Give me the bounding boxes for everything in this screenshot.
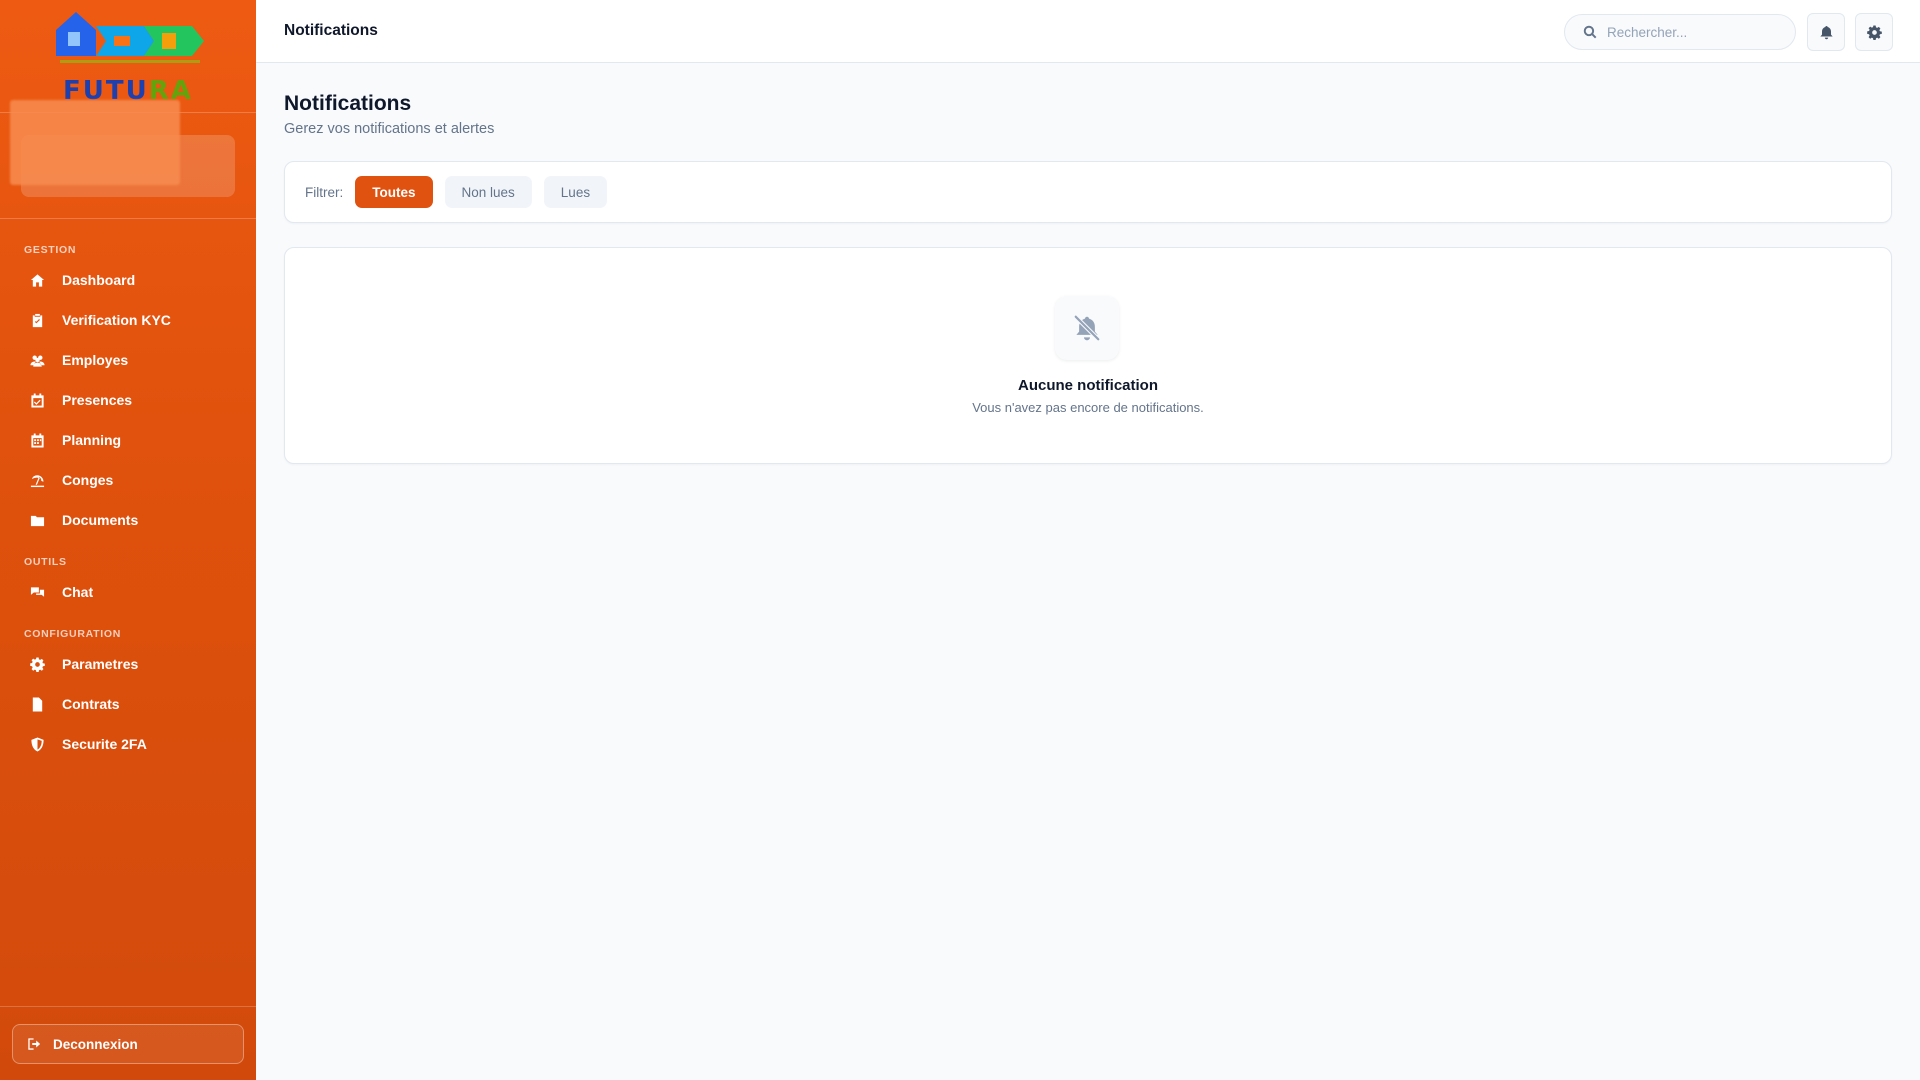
- gear-icon: [28, 655, 46, 673]
- filter-read-button[interactable]: Lues: [543, 176, 608, 208]
- page-title: Notifications: [284, 92, 412, 115]
- empty-icon-box: [1055, 296, 1119, 360]
- logout-button[interactable]: Deconnexion: [12, 1024, 244, 1064]
- gear-icon: [1866, 24, 1882, 40]
- sidebar-item-conges[interactable]: Conges: [0, 460, 256, 500]
- search-input[interactable]: [1607, 24, 1787, 40]
- calendar-check-icon: [28, 391, 46, 409]
- clipboard-check-icon: [28, 311, 46, 329]
- sidebar-item-label: Chat: [62, 584, 94, 600]
- brand: FUTURA: [0, 0, 256, 113]
- sidebar-item-verification-kyc[interactable]: Verification KYC: [0, 300, 256, 340]
- sidebar-item-employes[interactable]: Employes: [0, 340, 256, 380]
- header-title: Notifications: [284, 22, 378, 39]
- logout-label: Deconnexion: [53, 1036, 138, 1052]
- section-label-configuration: CONFIGURATION: [24, 628, 121, 640]
- filter-all-button[interactable]: Toutes: [355, 176, 433, 208]
- sidebar-item-label: Employes: [62, 352, 129, 368]
- file-contract-icon: [28, 695, 46, 713]
- sidebar-item-parametres[interactable]: Parametres: [0, 644, 256, 684]
- sidebar-item-label: Verification KYC: [62, 312, 171, 328]
- calendar-icon: [28, 431, 46, 449]
- notifications-button[interactable]: [1807, 13, 1845, 51]
- sidebar-item-label: Presences: [62, 392, 133, 408]
- filter-unread-button[interactable]: Non lues: [444, 176, 532, 208]
- filter-bar: Filtrer: Toutes Non lues Lues: [284, 161, 1892, 223]
- chat-icon: [28, 583, 46, 601]
- sidebar-item-label: Contrats: [62, 696, 120, 712]
- shield-icon: [28, 735, 46, 753]
- folder-icon: [28, 511, 46, 529]
- sidebar-item-chat[interactable]: Chat: [0, 572, 256, 612]
- empty-state-text: Vous n'avez pas encore de notifications.: [972, 400, 1204, 415]
- sidebar-item-presences[interactable]: Presences: [0, 380, 256, 420]
- divider: [0, 218, 256, 219]
- sidebar-item-planning[interactable]: Planning: [0, 420, 256, 460]
- filter-label: Filtrer:: [305, 184, 344, 200]
- notifications-empty-state: Aucune notification Vous n'avez pas enco…: [284, 247, 1892, 464]
- logout-icon: [28, 1038, 41, 1050]
- sidebar-item-label: Conges: [62, 472, 114, 488]
- section-label-gestion: GESTION: [24, 244, 77, 256]
- section-label-outils: OUTILS: [24, 556, 67, 568]
- sidebar-nav: GESTION Dashboard Verification KYC Emplo…: [0, 240, 256, 764]
- home-icon: [28, 271, 46, 289]
- bell-slash-icon: [1073, 314, 1101, 342]
- umbrella-beach-icon: [28, 471, 46, 489]
- bell-icon: [1819, 25, 1833, 39]
- sidebar: FUTURA GESTION Dashboard Verification KY…: [0, 0, 256, 1080]
- empty-state-title: Aucune notification: [1018, 377, 1158, 394]
- search-icon: [1583, 25, 1597, 39]
- users-icon: [28, 351, 46, 369]
- search-box[interactable]: [1564, 14, 1796, 50]
- page-subtitle: Gerez vos notifications et alertes: [284, 121, 495, 137]
- sidebar-item-label: Parametres: [62, 656, 139, 672]
- sidebar-item-documents[interactable]: Documents: [0, 500, 256, 540]
- sidebar-item-contrats[interactable]: Contrats: [0, 684, 256, 724]
- top-header: Notifications: [256, 0, 1920, 63]
- divider: [0, 1006, 256, 1007]
- settings-button[interactable]: [1855, 13, 1893, 51]
- sidebar-item-securite-2fa[interactable]: Securite 2FA: [0, 724, 256, 764]
- sidebar-item-label: Planning: [62, 432, 122, 448]
- sidebar-item-label: Documents: [62, 512, 139, 528]
- sidebar-item-label: Dashboard: [62, 272, 136, 288]
- logo-icon: [56, 12, 204, 63]
- user-info-redacted: [10, 100, 180, 185]
- sidebar-item-label: Securite 2FA: [62, 736, 147, 752]
- sidebar-item-dashboard[interactable]: Dashboard: [0, 260, 256, 300]
